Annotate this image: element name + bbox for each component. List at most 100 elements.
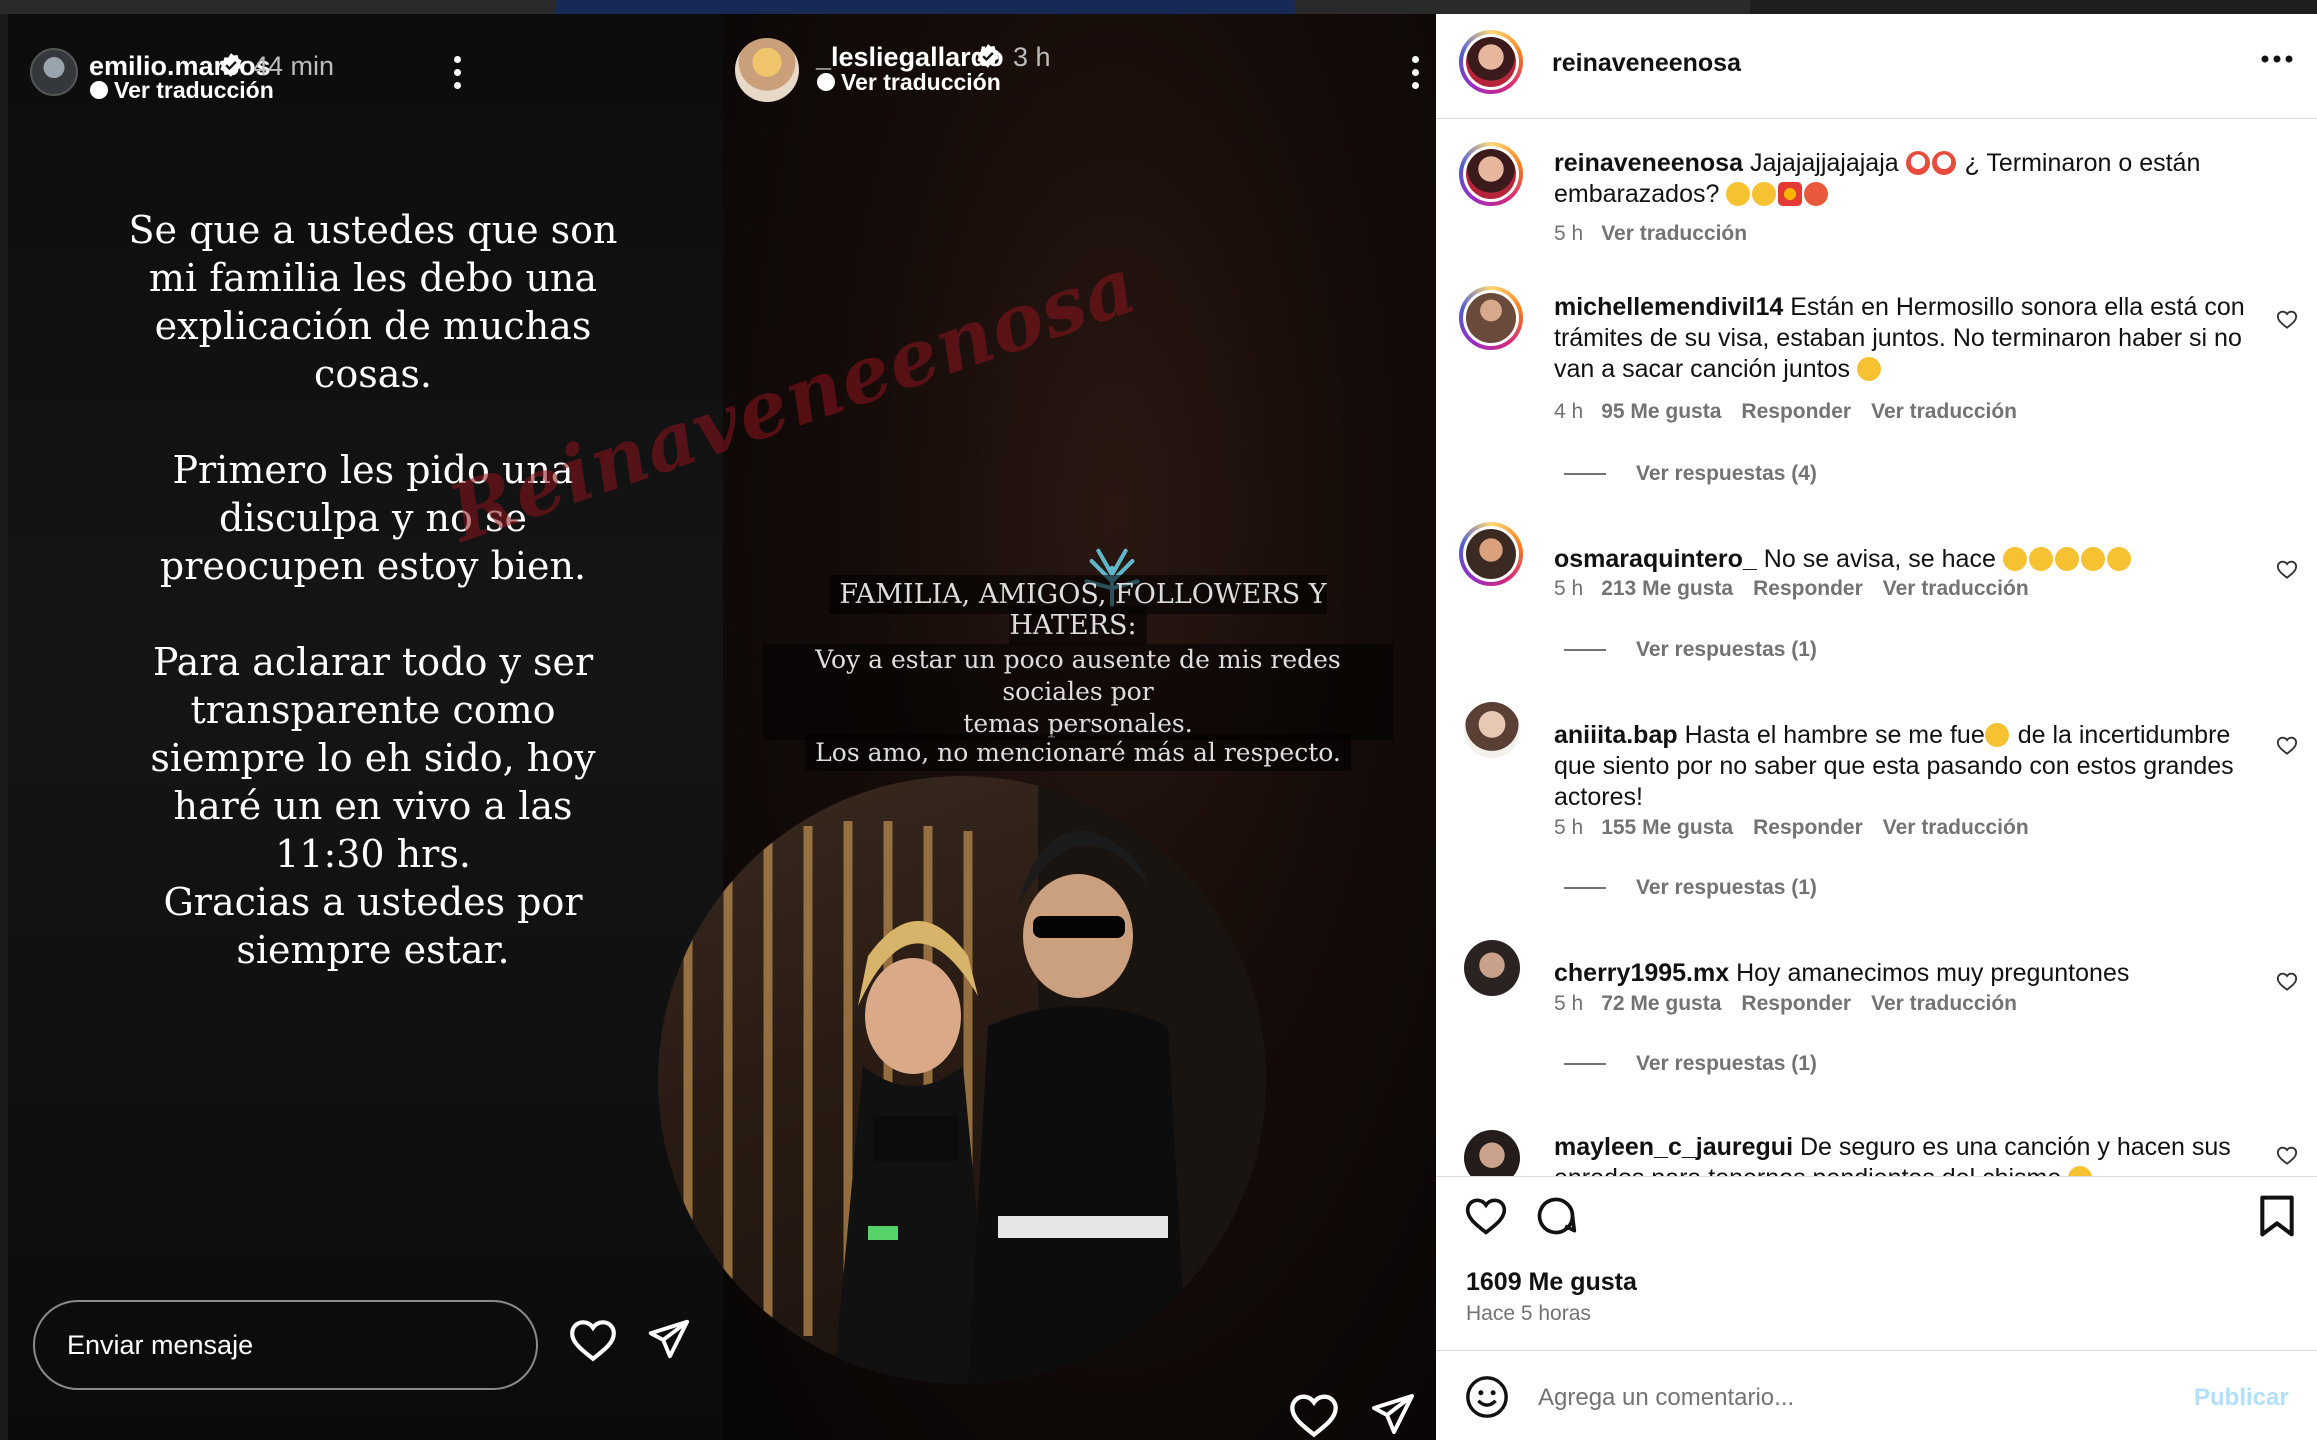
- verified-badge-icon: [220, 53, 242, 77]
- comment-text: michellemendivil14 Están en Hermosillo s…: [1554, 293, 2245, 383]
- post-likes[interactable]: 1609 Me gusta: [1466, 1268, 1637, 1297]
- translate-link[interactable]: Ver traducción: [1871, 400, 2017, 423]
- story-avatar[interactable]: [735, 38, 799, 102]
- collision-emoji-icon: [1778, 182, 1803, 206]
- likes-count[interactable]: 95 Me gusta: [1601, 400, 1721, 423]
- comment-avatar[interactable]: [1464, 940, 1520, 996]
- translate-link[interactable]: Ver traducción: [1601, 222, 1747, 245]
- comment-text: mayleen_c_jauregui De seguro es una canc…: [1554, 1132, 2264, 1176]
- comment-username[interactable]: cherry1995.mx: [1554, 959, 1729, 987]
- couple-photo: [658, 776, 1266, 1384]
- view-replies-button[interactable]: Ver respuestas (4): [1564, 462, 1817, 486]
- emoji-picker-icon[interactable]: [1464, 1374, 1510, 1420]
- story-more-icon[interactable]: [454, 56, 462, 95]
- comment-username[interactable]: aniiita.bap: [1554, 721, 1678, 749]
- actions-divider: [1436, 1176, 2317, 1177]
- bookmark-icon[interactable]: [2258, 1194, 2296, 1238]
- story-caption-body: Voy a estar un poco ausente de mis redes…: [763, 644, 1393, 740]
- like-heart-icon[interactable]: [1464, 1194, 1508, 1236]
- story-caption-heading: FAMILIA, AMIGOS, FOLLOWERS Y HATERS:: [763, 575, 1393, 645]
- view-replies-button[interactable]: Ver respuestas (1): [1564, 638, 1817, 662]
- comment-bubble-icon[interactable]: [1534, 1194, 1578, 1238]
- laughing-emoji-icon: [1752, 182, 1777, 206]
- translate-icon: [817, 73, 835, 91]
- story-viewer: emilio.marcos 44 min Ver traducción Se q…: [8, 14, 1436, 1440]
- message-placeholder: Enviar mensaje: [67, 1330, 254, 1360]
- caption-text: reinaveneenosa Jajajajjajajaja ¿ Termina…: [1554, 149, 2201, 208]
- comment-avatar[interactable]: [1459, 286, 1523, 350]
- laughing-emoji-icon: [1726, 182, 1751, 206]
- add-comment-input[interactable]: Agrega un comentario...: [1538, 1384, 1794, 1412]
- comment-avatar[interactable]: [1459, 142, 1523, 206]
- translate-link[interactable]: Ver traducción: [1883, 816, 2029, 839]
- laughing-emoji-icon: [2106, 547, 2131, 571]
- comment-username[interactable]: michellemendivil14: [1554, 293, 1783, 321]
- top-strip: [0, 0, 2317, 14]
- header-divider: [1436, 118, 2317, 119]
- reply-button[interactable]: Responder: [1741, 400, 1851, 423]
- story-like-heart-icon[interactable]: [568, 1316, 618, 1362]
- comment-meta: 5 h 213 Me gusta Responder Ver traducción: [1554, 577, 2029, 600]
- comment-username[interactable]: mayleen_c_jauregui: [1554, 1133, 1793, 1161]
- post-author[interactable]: reinaveneenosa: [1552, 49, 1741, 78]
- comment-avatar[interactable]: [1459, 522, 1523, 586]
- story-caption-closing: Los amo, no mencionaré más al respecto.: [763, 734, 1393, 771]
- reply-button[interactable]: Responder: [1753, 816, 1863, 839]
- story-like-heart-icon[interactable]: [1288, 1390, 1340, 1438]
- view-replies-button[interactable]: Ver respuestas (1): [1564, 876, 1817, 900]
- laughing-emoji-icon: [2080, 547, 2105, 571]
- eye-roll-emoji-icon: [1856, 357, 1881, 381]
- likes-count[interactable]: 72 Me gusta: [1601, 992, 1721, 1015]
- story-avatar[interactable]: [30, 48, 78, 96]
- translate-link[interactable]: Ver traducción: [1883, 577, 2029, 600]
- comment-like-heart-icon[interactable]: [2276, 1144, 2298, 1166]
- verified-badge-icon: [977, 44, 999, 68]
- comment-avatar[interactable]: [1464, 1130, 1520, 1176]
- translate-icon: [90, 81, 108, 99]
- comment-username[interactable]: osmaraquintero_: [1554, 545, 1757, 573]
- comment-text: osmaraquintero_ No se avisa, se hace: [1554, 544, 2264, 575]
- comment-like-heart-icon[interactable]: [2276, 308, 2298, 330]
- view-replies-button[interactable]: Ver respuestas (1): [1564, 1052, 1817, 1076]
- story-share-icon[interactable]: [1368, 1390, 1416, 1438]
- laughing-emoji-icon: [2028, 547, 2053, 571]
- clown-emoji-icon: [1931, 151, 1956, 175]
- publish-button[interactable]: Publicar: [2194, 1384, 2289, 1412]
- comment-meta: 5 h 72 Me gusta Responder Ver traducción: [1554, 992, 2017, 1015]
- translate-link[interactable]: Ver traducción: [1871, 992, 2017, 1015]
- comment-text: cherry1995.mx Hoy amanecimos muy pregunt…: [1554, 959, 2130, 987]
- story-translate-link[interactable]: Ver traducción: [841, 69, 1001, 96]
- laughing-emoji-icon: [2002, 547, 2027, 571]
- comment-like-heart-icon[interactable]: [2276, 558, 2298, 580]
- story-translate-link[interactable]: Ver traducción: [114, 77, 274, 104]
- input-divider: [1436, 1350, 2317, 1351]
- clown-emoji-icon: [1905, 151, 1930, 175]
- comment-avatar[interactable]: [1464, 702, 1520, 758]
- comment-meta: 5 h 155 Me gusta Responder Ver traducción: [1554, 816, 2029, 839]
- story-text: Se que a ustedes que son mi familia les …: [128, 208, 618, 972]
- astonished-emoji-icon: [1984, 723, 2009, 747]
- likes-count[interactable]: 213 Me gusta: [1601, 577, 1733, 600]
- laughing-emoji-icon: [2054, 547, 2079, 571]
- comment-like-heart-icon[interactable]: [2276, 970, 2298, 992]
- comment-clip: mayleen_c_jauregui De seguro es una canc…: [1436, 1110, 2317, 1176]
- reply-button[interactable]: Responder: [1741, 992, 1851, 1015]
- post-time: Hace 5 horas: [1466, 1302, 1591, 1325]
- post-panel: reinaveneenosa reinaveneenosa Jajajajjaj…: [1436, 14, 2317, 1440]
- comment-like-heart-icon[interactable]: [2276, 734, 2298, 756]
- author-avatar[interactable]: [1459, 30, 1523, 94]
- story-time: 3 h: [1013, 42, 1051, 72]
- reply-button[interactable]: Responder: [1753, 577, 1863, 600]
- comment-username[interactable]: reinaveneenosa: [1554, 149, 1743, 177]
- story-share-icon[interactable]: [645, 1316, 691, 1362]
- comment-meta: 4 h 95 Me gusta Responder Ver traducción: [1554, 400, 2017, 423]
- eye-roll-emoji-icon: [2068, 1166, 2093, 1176]
- angry-emoji-icon: [1804, 182, 1829, 206]
- story-more-icon[interactable]: [1412, 56, 1420, 95]
- more-horizontal-icon[interactable]: [2260, 54, 2294, 64]
- likes-count[interactable]: 155 Me gusta: [1601, 816, 1733, 839]
- comment-meta: 5 h Ver traducción: [1554, 222, 1748, 245]
- story-emilio[interactable]: emilio.marcos 44 min Ver traducción Se q…: [8, 14, 723, 1440]
- comment-text: aniiita.bap Hasta el hambre se me fue de…: [1554, 721, 2234, 811]
- send-message-input[interactable]: Enviar mensaje: [33, 1300, 538, 1390]
